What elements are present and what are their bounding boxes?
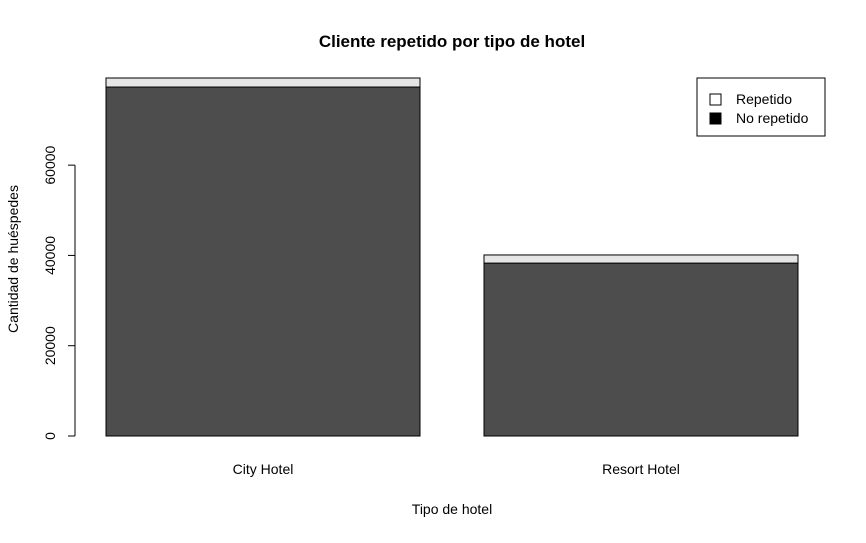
y-tick-label: 0: [42, 432, 58, 440]
bar-chart: Cliente repetido por tipo de hotel Tipo …: [5, 32, 826, 517]
legend-swatch: [709, 112, 722, 125]
legend-swatch: [709, 93, 722, 106]
y-tick-label: 40000: [42, 236, 58, 275]
x-tick-labels: City Hotel Resort Hotel: [233, 461, 680, 477]
x-tick-label: Resort Hotel: [602, 461, 680, 477]
legend-label: Repetido: [736, 91, 792, 107]
bar-city-hotel-no-repetido: [105, 86, 421, 437]
legend-box: [696, 77, 826, 137]
chart-title: Cliente repetido por tipo de hotel: [319, 32, 585, 51]
bar-resort-hotel-repetido: [483, 254, 799, 264]
x-tick-label: City Hotel: [233, 461, 294, 477]
chart-container: Cliente repetido por tipo de hotel Tipo …: [0, 0, 866, 538]
y-axis: 0 20000 40000 60000: [42, 145, 76, 440]
bar-resort-hotel-no-repetido: [483, 262, 799, 437]
x-axis-label: Tipo de hotel: [412, 501, 492, 517]
bars-group: [105, 77, 799, 437]
y-axis-label: Cantidad de huéspedes: [5, 185, 21, 333]
legend: Repetido No repetido: [696, 77, 826, 137]
bar-city-hotel-repetido: [105, 77, 421, 88]
legend-label: No repetido: [736, 110, 809, 126]
y-tick-label: 20000: [42, 326, 58, 365]
y-tick-label: 60000: [42, 145, 58, 184]
